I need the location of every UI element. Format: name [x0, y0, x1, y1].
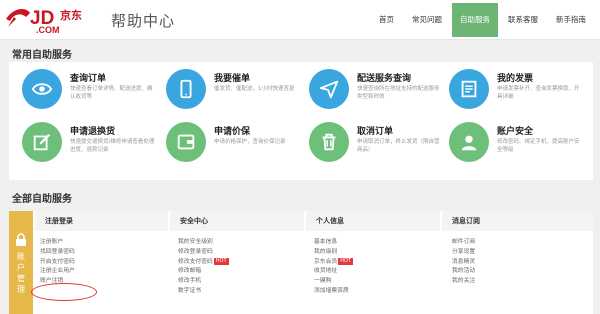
link-register-account[interactable]: 注册账户 [40, 238, 75, 248]
link-register-enterprise[interactable]: 注册企业用户 [40, 267, 75, 277]
hot-badge: HOT [338, 257, 353, 265]
link-shipping-address[interactable]: 收货地址 [314, 267, 353, 277]
link-share-settings[interactable]: 分享设置 [452, 248, 475, 258]
highlight-ring [31, 283, 97, 301]
invoice-icon [449, 69, 489, 109]
service-desc: 申请发票补开、查询发票换取、开具详细 [497, 86, 580, 100]
link-enable-pay-password[interactable]: 开启支付密码 [40, 258, 75, 268]
main-nav: 首页 常见问题 自助服务 联系客服 新手指南 [369, 3, 594, 37]
column-profile: 基本信息 我的级别 京东会员 HOT 收货地址 一键购 添加增票资质 [314, 238, 353, 297]
service-name: 取消订单 [357, 127, 394, 137]
column-security: 我的安全级别 修改登录密码 修改支付密码 HOT 修改邮箱 修改手机 数字证书 [178, 238, 229, 297]
service-desc: 快速查看订单详情、配送进度、确认收货等 [70, 86, 153, 100]
nav-home[interactable]: 首页 [371, 3, 402, 37]
service-desc: 催发货、催配送，1小时快速答复 [214, 86, 295, 92]
eye-icon [22, 69, 62, 109]
top-header: JD 京东 .COM 帮助中心 首页 常见问题 自助服务 联系客服 新手指南 [0, 0, 600, 40]
link-one-click-buy[interactable]: 一键购 [314, 277, 353, 287]
link-text: 修改支付密码 [178, 258, 213, 265]
service-desc: 申请取消订单，终止发货（限自营商品） [357, 139, 440, 153]
column-head-profile: 个人信息 [306, 211, 440, 231]
nav-guide[interactable]: 新手指南 [548, 3, 594, 37]
link-my-activities[interactable]: 我的活动 [452, 267, 475, 277]
nav-self-service[interactable]: 自助服务 [452, 3, 498, 37]
service-desc: 修改密码、绑定手机、提高账户安全等级 [497, 139, 580, 153]
service-price-protect[interactable]: 申请价保 申请价格保护，查询价保记录 [166, 122, 306, 172]
link-change-phone[interactable]: 修改手机 [178, 277, 229, 287]
nav-faq[interactable]: 常见问题 [404, 3, 450, 37]
logo-cn-text: 京东 [60, 8, 82, 22]
link-basic-info[interactable]: 基本信息 [314, 238, 353, 248]
link-email-subscribe[interactable]: 邮件订阅 [452, 238, 475, 248]
jd-logo[interactable]: JD 京东 .COM [4, 5, 108, 35]
column-register: 注册账户 找回登录密码 开启支付密码 注册企业用户 账户注销 [40, 238, 75, 287]
link-jd-member[interactable]: 京东会员 HOT [314, 257, 353, 268]
service-name: 我要催单 [214, 74, 251, 84]
column-head-subscribe: 消息订阅 [442, 211, 593, 231]
logo-com-text: .COM [36, 25, 60, 35]
service-name: 账户安全 [497, 127, 534, 137]
link-digital-certificate[interactable]: 数字证书 [178, 287, 229, 297]
column-subscribe: 邮件订阅 分享设置 消息精灵 我的活动 我的关注 [452, 238, 475, 287]
service-desc: 申请价格保护，查询价保记录 [214, 139, 286, 145]
service-desc: 快速查询所在地址支持的配送服务类型和时效 [357, 86, 440, 100]
link-text: 京东会员 [314, 258, 338, 265]
all-services-title: 全部自助服务 [12, 194, 72, 205]
common-services-title: 常用自助服务 [12, 50, 72, 61]
service-account-security[interactable]: 账户安全 修改密码、绑定手机、提高账户安全等级 [449, 122, 589, 172]
edit-icon [22, 122, 62, 162]
column-head-security: 安全中心 [170, 211, 304, 231]
side-label: 账户管理 [17, 252, 25, 294]
service-invoice[interactable]: 我的发票 申请发票补开、查询发票换取、开具详细 [449, 69, 589, 119]
nav-contact[interactable]: 联系客服 [500, 3, 546, 37]
service-desc: 快速提交退换货/维修申请查看处理进度、退款记录 [70, 139, 155, 153]
service-return-exchange[interactable]: 申请退换货 快速提交退换货/维修申请查看处理进度、退款记录 [22, 122, 162, 172]
help-center-title: 帮助中心 [111, 12, 176, 30]
link-recover-password[interactable]: 找回登录密码 [40, 248, 75, 258]
service-name: 申请退换货 [70, 127, 116, 137]
trash-icon [309, 122, 349, 162]
service-name: 申请价保 [214, 127, 251, 137]
account-management-tab[interactable]: 账户管理 [9, 211, 33, 314]
service-cancel-order[interactable]: 取消订单 申请取消订单，终止发货（限自营商品） [309, 122, 449, 172]
link-change-login-password[interactable]: 修改登录密码 [178, 248, 229, 258]
link-my-follows[interactable]: 我的关注 [452, 277, 475, 287]
link-my-level[interactable]: 我的级别 [314, 248, 353, 258]
user-icon [449, 122, 489, 162]
link-message-sprite[interactable]: 消息精灵 [452, 258, 475, 268]
service-name: 我的发票 [497, 74, 534, 84]
column-head-register: 注册登录 [35, 211, 168, 231]
link-change-email[interactable]: 修改邮箱 [178, 267, 229, 277]
phone-icon [166, 69, 206, 109]
service-name: 配送服务查询 [357, 74, 412, 84]
service-name: 查询订单 [70, 74, 107, 84]
wallet-icon [166, 122, 206, 162]
hot-badge: HOT [213, 257, 229, 265]
link-change-pay-password[interactable]: 修改支付密码 HOT [178, 257, 229, 268]
paper-plane-icon [309, 69, 349, 109]
service-query-order[interactable]: 查询订单 快速查看订单详情、配送进度、确认收货等 [22, 69, 162, 119]
service-delivery-query[interactable]: 配送服务查询 快速查询所在地址支持的配送服务类型和时效 [309, 69, 449, 119]
link-security-level[interactable]: 我的安全级别 [178, 238, 229, 248]
lock-icon [16, 233, 26, 246]
link-add-vat-invoice[interactable]: 添加增票资质 [314, 287, 353, 297]
service-urge-order[interactable]: 我要催单 催发货、催配送，1小时快速答复 [166, 69, 306, 119]
